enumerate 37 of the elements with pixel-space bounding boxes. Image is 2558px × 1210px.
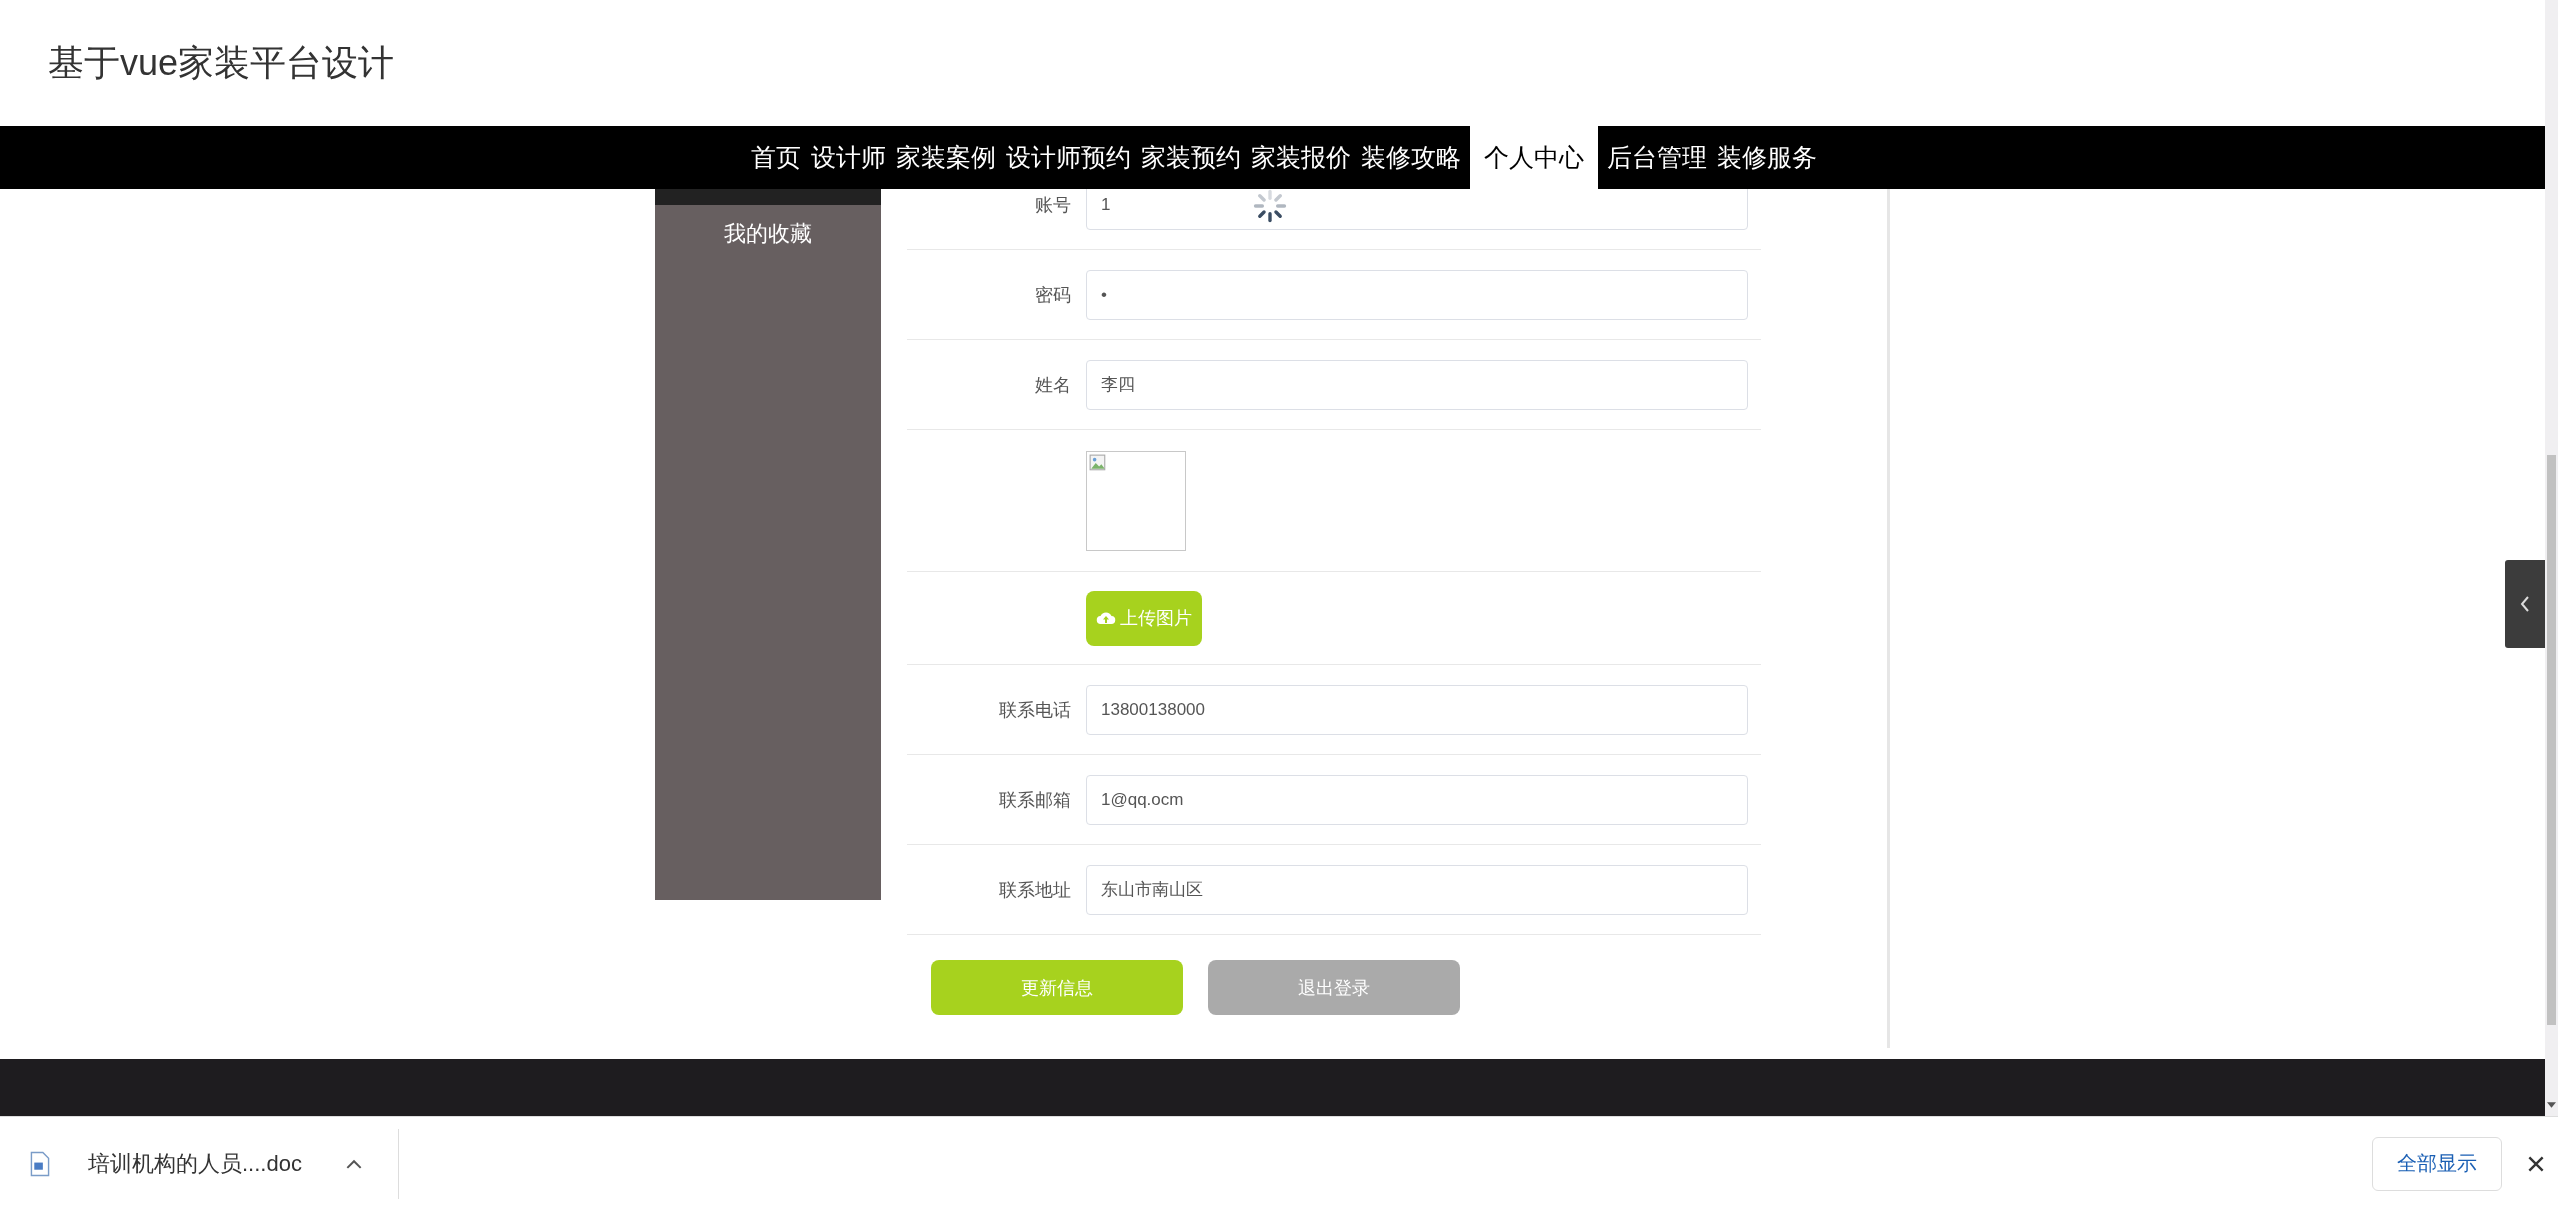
close-icon[interactable] [2528,1155,2544,1172]
nav-item[interactable]: 个人中心 [1469,126,1598,189]
nav-item[interactable]: 装修服务 [1711,126,1822,189]
nav-item[interactable]: 设计师预约 [1000,126,1136,189]
scrollbar[interactable] [2545,0,2558,1116]
nav-item[interactable]: 家装报价 [1245,126,1356,189]
download-file-name[interactable]: 培训机构的人员....doc [88,1148,302,1179]
nav-item[interactable]: 家装案例 [890,126,1001,189]
field-label: 联系地址 [999,878,1071,902]
input-field[interactable]: 13800138000 [1086,684,1748,735]
cloud-upload-icon [1096,611,1116,625]
field-label: 账号 [1035,193,1071,217]
field-label: 联系邮箱 [999,788,1071,812]
side-panel-toggle[interactable] [2505,560,2545,648]
field-label: 联系电话 [999,698,1071,722]
field-label: 密码 [1035,283,1071,307]
chevron-left-icon [2519,594,2531,614]
site-title: 基于vue家装平台设计 [48,40,395,85]
document-icon [30,1150,50,1177]
input-field[interactable]: 李四 [1086,359,1748,410]
show-all-button[interactable]: 全部显示 [2372,1136,2502,1191]
scrollbar-thumb[interactable] [2547,455,2556,1025]
scroll-down-icon[interactable] [2547,1102,2556,1108]
loading-spinner-icon [1253,189,1287,223]
input-field[interactable]: 东山市南山区 [1086,864,1748,915]
broken-image-icon [1089,453,1107,472]
nav-item[interactable]: 装修攻略 [1355,126,1466,189]
sidebar-item[interactable]: 我的收藏 [724,219,812,249]
nav-item[interactable]: 首页 [745,126,806,189]
nav-item[interactable]: 后台管理 [1601,126,1712,189]
input-field[interactable]: • [1086,269,1748,320]
nav-item[interactable]: 家装预约 [1135,126,1246,189]
field-label: 姓名 [1035,373,1071,397]
nav-item[interactable]: 设计师 [805,126,891,189]
caret-up-icon[interactable] [345,1158,362,1169]
input-field[interactable]: 1 [1086,189,1748,230]
input-field[interactable]: 1@qq.ocm [1086,774,1748,825]
